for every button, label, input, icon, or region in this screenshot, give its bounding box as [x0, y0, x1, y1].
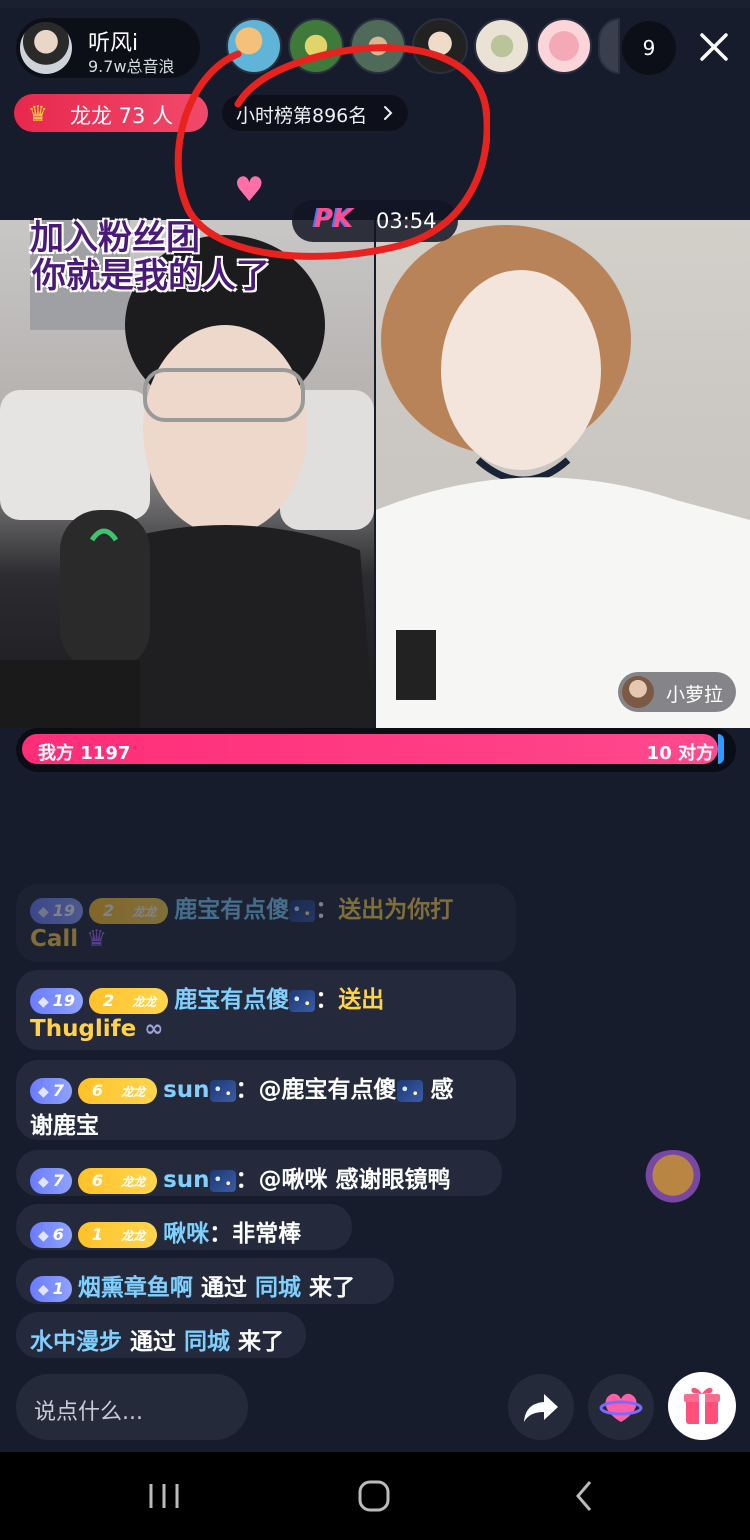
share-icon: [524, 1394, 558, 1422]
chat-username[interactable]: 鹿宝有点傻: [174, 897, 289, 923]
sticker-line-2: 你就是我的人了: [32, 256, 270, 296]
chat-message[interactable]: ◆ 6 1 龙龙 啾咪：非常棒: [16, 1204, 352, 1250]
chat-username[interactable]: 鹿宝有点傻: [174, 987, 289, 1013]
close-icon: [700, 33, 728, 61]
back-icon[interactable]: [554, 1472, 614, 1520]
viewer-avatar[interactable]: [598, 18, 620, 74]
opponent-name: 小萝拉: [666, 684, 724, 706]
fan-level-badge: 1 龙龙: [77, 1221, 158, 1248]
recent-apps-icon[interactable]: [134, 1472, 194, 1520]
chat-text: @鹿宝有点傻: [258, 1077, 397, 1103]
status-bar: [0, 0, 750, 8]
chat-message[interactable]: ◆ 1 烟熏章鱼啊 通过 同城 来了: [16, 1258, 394, 1304]
viewer-avatar[interactable]: [288, 18, 344, 74]
heart-hand-icon: ♥: [234, 170, 265, 210]
fan-level-badge: 2 龙龙: [89, 987, 169, 1014]
chat-username[interactable]: sun: [163, 1077, 209, 1103]
hourly-rank-label: 小时榜第896名: [236, 105, 368, 127]
viewer-avatar[interactable]: [226, 18, 282, 74]
fan-level-badge: 6 龙龙: [77, 1077, 158, 1104]
chat-message[interactable]: ◆ 7 6 龙龙 sun ：@鹿宝有点傻 感 谢鹿宝: [16, 1060, 516, 1140]
pk-timer: PK 03:54: [292, 200, 458, 242]
chat-username[interactable]: 啾咪: [163, 1221, 209, 1247]
user-level-badge: ◆ 19: [30, 897, 84, 924]
chat-username[interactable]: 烟熏章鱼啊: [78, 1275, 193, 1301]
hourly-rank-button[interactable]: 小时榜第896名: [222, 95, 408, 131]
chat-message[interactable]: ◆ 19 2 龙龙 鹿宝有点傻 ：送出为你打 Call ♛: [16, 884, 516, 962]
comment-input[interactable]: 说点什么...: [16, 1374, 248, 1440]
viewer-avatar[interactable]: [350, 18, 406, 74]
join-channel: 同城: [254, 1275, 301, 1301]
pk-countdown: 03:54: [376, 209, 437, 233]
viewer-avatar[interactable]: [536, 18, 592, 74]
share-button[interactable]: [508, 1374, 574, 1440]
user-level-badge: ◆ 7: [30, 1077, 72, 1104]
chat-message[interactable]: ◆ 7 6 龙龙 sun ：@啾咪 感谢眼镜鸭: [16, 1150, 502, 1196]
gift-name: Call: [30, 926, 79, 952]
system-nav-bar: [0, 1452, 750, 1540]
chat-text: 非常棒: [232, 1221, 302, 1247]
fan-group-button[interactable]: ♛ 龙龙 73 人: [14, 94, 208, 132]
sparkle-icon: [289, 899, 316, 922]
join-channel: 同城: [184, 1329, 231, 1355]
gift-name: Thuglife: [30, 1016, 137, 1042]
gift-button[interactable]: [668, 1372, 736, 1440]
chat-message[interactable]: 水中漫步 通过 同城 来了: [16, 1312, 306, 1358]
user-level-badge: ◆ 1: [30, 1275, 72, 1302]
chat-username[interactable]: 水中漫步: [30, 1329, 122, 1355]
gift-icon: [684, 1387, 720, 1424]
heart-button[interactable]: [588, 1374, 654, 1440]
sparkle-icon: [209, 1079, 236, 1102]
sparkle-icon: [209, 1169, 236, 1192]
heart-icon: [599, 1393, 643, 1422]
chat-text: 送出为你打: [338, 897, 454, 923]
chevron-right-icon: [384, 106, 393, 120]
chat-text-cont: 谢鹿宝: [30, 1113, 99, 1139]
opponent-video-scene: [376, 225, 750, 728]
pk-label: PK: [314, 204, 354, 234]
fan-level-badge: 2 龙龙: [89, 897, 169, 924]
fan-level-badge: 6 龙龙: [77, 1167, 158, 1194]
opponent-score-label: 10 对方: [646, 743, 714, 764]
our-score-label: 我方 1197: [38, 743, 131, 764]
comment-placeholder: 说点什么...: [34, 1400, 143, 1425]
fan-group-label: 龙龙 73 人: [70, 104, 174, 128]
chat-text: @啾咪 感谢眼镜鸭: [258, 1167, 451, 1193]
host-profile[interactable]: 听风i 9.7w总音浪: [16, 18, 200, 78]
viewer-avatar[interactable]: [412, 18, 468, 74]
chat-username[interactable]: sun: [163, 1167, 209, 1193]
opponent-score-fill: [718, 734, 724, 764]
viewer-avatar[interactable]: [474, 18, 530, 74]
chat-text: 送出: [338, 987, 385, 1013]
close-button[interactable]: [690, 22, 738, 72]
user-level-badge: ◆ 19: [30, 987, 84, 1014]
sparkle-icon: [396, 1079, 423, 1102]
chat-message[interactable]: ◆ 19 2 龙龙 鹿宝有点傻 ：送出 Thuglife ∞: [16, 970, 516, 1050]
host-avatar[interactable]: [20, 22, 72, 74]
crown-icon: ♛: [28, 102, 48, 127]
viewer-count[interactable]: 9: [622, 21, 676, 75]
sparkle-icon: [289, 989, 316, 1012]
glasses-icon: ∞: [144, 1016, 164, 1042]
fan-group-sticker[interactable]: 加入粉丝团 你就是我的人了: [18, 202, 282, 298]
opponent-avatar: [622, 676, 654, 708]
floating-laugh-emoji: [640, 1150, 706, 1206]
host-total-coins: 9.7w总音浪: [88, 57, 175, 76]
user-level-badge: ◆ 6: [30, 1221, 72, 1248]
user-level-badge: ◆ 7: [30, 1167, 72, 1194]
pk-score-bar: 我方 1197 10 对方: [16, 728, 736, 772]
home-icon[interactable]: [344, 1472, 404, 1520]
opponent-profile[interactable]: 小萝拉: [618, 672, 736, 712]
gift-icon: ♛: [86, 926, 107, 952]
opponent-video[interactable]: [376, 220, 750, 728]
